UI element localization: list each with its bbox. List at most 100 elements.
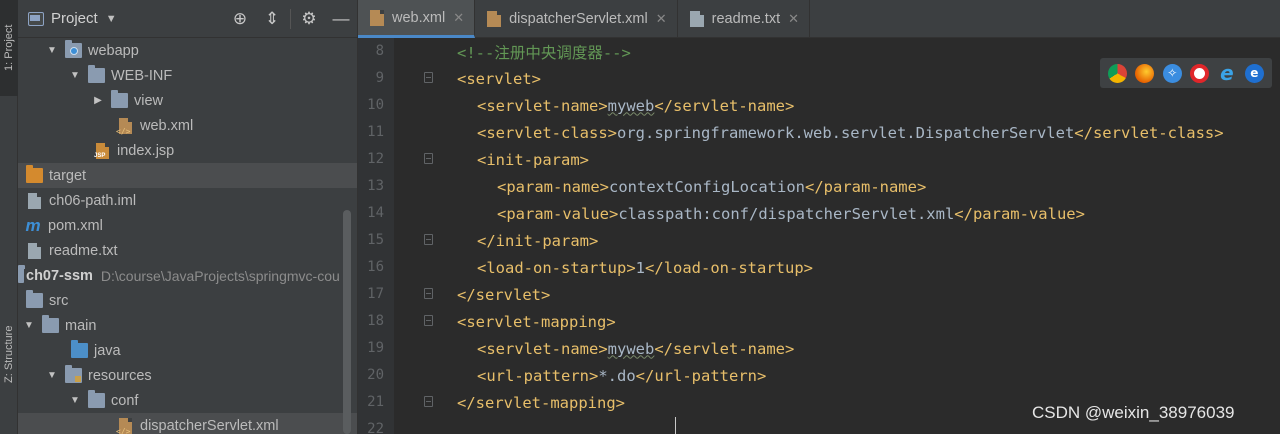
watermark: CSDN @weixin_38976039 (1032, 403, 1235, 422)
xml-tag: load-on-startup (486, 258, 627, 277)
chevron-down-icon[interactable]: ▼ (45, 45, 59, 56)
tab-readme-txt[interactable]: readme.txt ✕ (678, 0, 811, 38)
line-number: 9 (375, 70, 384, 86)
xml-tag: servlet-mapping (475, 393, 616, 412)
tree-item-view[interactable]: ▶ view (18, 88, 357, 113)
tree-item-webapp[interactable]: ▼ webapp (18, 38, 357, 63)
xml-tag: url-pattern (486, 366, 589, 385)
line-number: 17 (367, 286, 384, 302)
browser-preview-bar: ✧ e e (1100, 58, 1272, 88)
safari-icon[interactable]: ✧ (1162, 63, 1182, 83)
line-number: 18 (367, 313, 384, 329)
xml-text: myweb (607, 339, 655, 358)
code-line-19: < servlet-name > myweb </servlet-name > (477, 339, 795, 358)
tree-item-web-inf[interactable]: ▼ WEB-INF (18, 63, 357, 88)
project-view-selector[interactable]: Project (51, 10, 98, 27)
tree-item-java[interactable]: java (18, 338, 357, 363)
code-line-11: < servlet-class > org.springframework.web.s… (477, 123, 1224, 142)
fold-marker-icon[interactable] (424, 234, 433, 245)
xml-tag: init-param (486, 150, 580, 169)
gear-icon[interactable]: ⚙ (293, 0, 325, 38)
chevron-down-icon[interactable]: ▼ (45, 370, 59, 381)
firefox-icon[interactable] (1135, 63, 1155, 83)
collapse-all-icon[interactable]: ⇕ (256, 0, 288, 38)
line-number: 21 (367, 394, 384, 410)
chevron-down-icon[interactable]: ▼ (22, 320, 36, 331)
tree-item-pom-xml[interactable]: m pom.xml (18, 213, 357, 238)
xml-tag: servlet (466, 69, 532, 88)
xml-tag: param-value (506, 204, 609, 223)
xml-tag: servlet-name (673, 339, 785, 358)
tool-window-strip: 1: Project Z: Structure (0, 0, 18, 434)
tree-item-resources[interactable]: ▼ resources (18, 363, 357, 388)
tree-item-index-jsp[interactable]: index.jsp (18, 138, 357, 163)
tree-item-main[interactable]: ▼ main (18, 313, 357, 338)
fold-marker-icon[interactable] (424, 72, 433, 83)
xml-text: contextConfigLocation (609, 177, 805, 196)
tree-item-label: dispatcherServlet.xml (140, 417, 279, 434)
chevron-down-icon[interactable]: ▼ (68, 395, 82, 406)
line-number: 10 (367, 97, 384, 113)
text-cursor (675, 417, 676, 434)
tree-item-label: conf (111, 392, 139, 409)
tree-item-target[interactable]: target (18, 163, 357, 188)
line-number: 11 (367, 124, 384, 140)
close-icon[interactable]: ✕ (788, 11, 799, 27)
tree-item-src[interactable]: src (18, 288, 357, 313)
chevron-right-icon[interactable]: ▶ (91, 95, 105, 106)
xml-text: classpath:conf/dispatcherServlet.xml (618, 204, 955, 223)
xml-tag: servlet-name (673, 96, 785, 115)
tree-item-readme-txt[interactable]: readme.txt (18, 238, 357, 263)
xml-file-icon (370, 9, 384, 26)
locate-file-icon[interactable]: ⊕ (224, 0, 256, 38)
project-tool-tab[interactable]: 1: Project (0, 0, 18, 96)
resources-folder-icon (65, 365, 82, 383)
folder-icon (88, 390, 105, 408)
tree-item-ch07-ssm[interactable]: ch07-ssm D:\course\JavaProjects\springmv… (18, 263, 357, 288)
tree-item-dispatcherservlet-xml[interactable]: dispatcherServlet.xml (18, 413, 357, 434)
tree-item-conf[interactable]: ▼ conf (18, 388, 357, 413)
code-line-13: < param-name > contextConfigLocation </param… (497, 177, 927, 196)
code-line-17: </servlet > (457, 285, 551, 304)
folder-icon (111, 90, 128, 108)
xml-text: *.do (598, 366, 636, 385)
fold-marker-icon[interactable] (424, 396, 433, 407)
folder-icon (42, 315, 59, 333)
fold-marker-icon[interactable] (424, 153, 433, 164)
tab-label: readme.txt (711, 11, 781, 27)
xml-file-icon (116, 117, 132, 136)
tab-web-xml[interactable]: web.xml ✕ (358, 0, 476, 38)
tree-item-label: index.jsp (117, 142, 175, 159)
opera-icon[interactable] (1190, 63, 1210, 83)
project-panel: Project ▼ ⊕ ⇕ ⚙ — ▼ webapp ▼ WEB-INF ▶ v… (18, 0, 357, 434)
code-line-15: </init-param > (477, 231, 599, 250)
code-line-9: < servlet > (457, 69, 542, 88)
tree-item-web-xml[interactable]: web.xml (18, 113, 357, 138)
tree-item-label: view (134, 92, 164, 109)
tree-item-label: WEB-INF (111, 67, 173, 84)
tab-label: web.xml (392, 9, 446, 26)
hide-panel-icon[interactable]: — (325, 0, 357, 38)
tree-item-label: webapp (88, 42, 139, 59)
xml-file-icon (487, 11, 502, 27)
close-icon[interactable]: ✕ (656, 11, 667, 27)
line-number: 8 (375, 43, 384, 59)
chevron-down-icon[interactable]: ▼ (106, 13, 117, 25)
tab-dispatcherservlet-xml[interactable]: dispatcherServlet.xml ✕ (475, 0, 678, 38)
fold-marker-icon[interactable] (424, 288, 433, 299)
xml-tag: servlet-class (1092, 123, 1215, 142)
edge-icon[interactable]: e (1244, 63, 1264, 83)
project-tree-scrollbar[interactable] (343, 210, 351, 434)
close-icon[interactable]: ✕ (453, 10, 464, 26)
chevron-down-icon[interactable]: ▼ (68, 70, 82, 81)
xml-tag: servlet (475, 285, 541, 304)
tree-item-label: pom.xml (48, 217, 103, 234)
structure-tool-tab[interactable]: Z: Structure (0, 306, 18, 402)
ie-icon[interactable]: e (1217, 61, 1236, 85)
fold-marker-icon[interactable] (424, 315, 433, 326)
chrome-icon[interactable] (1108, 63, 1128, 83)
code-line-18: < servlet-mapping > (457, 312, 616, 331)
xml-tag: servlet-class (486, 123, 608, 142)
xml-tag: param-value (972, 204, 1076, 223)
tree-item-ch06-path-iml[interactable]: ch06-path.iml (18, 188, 357, 213)
